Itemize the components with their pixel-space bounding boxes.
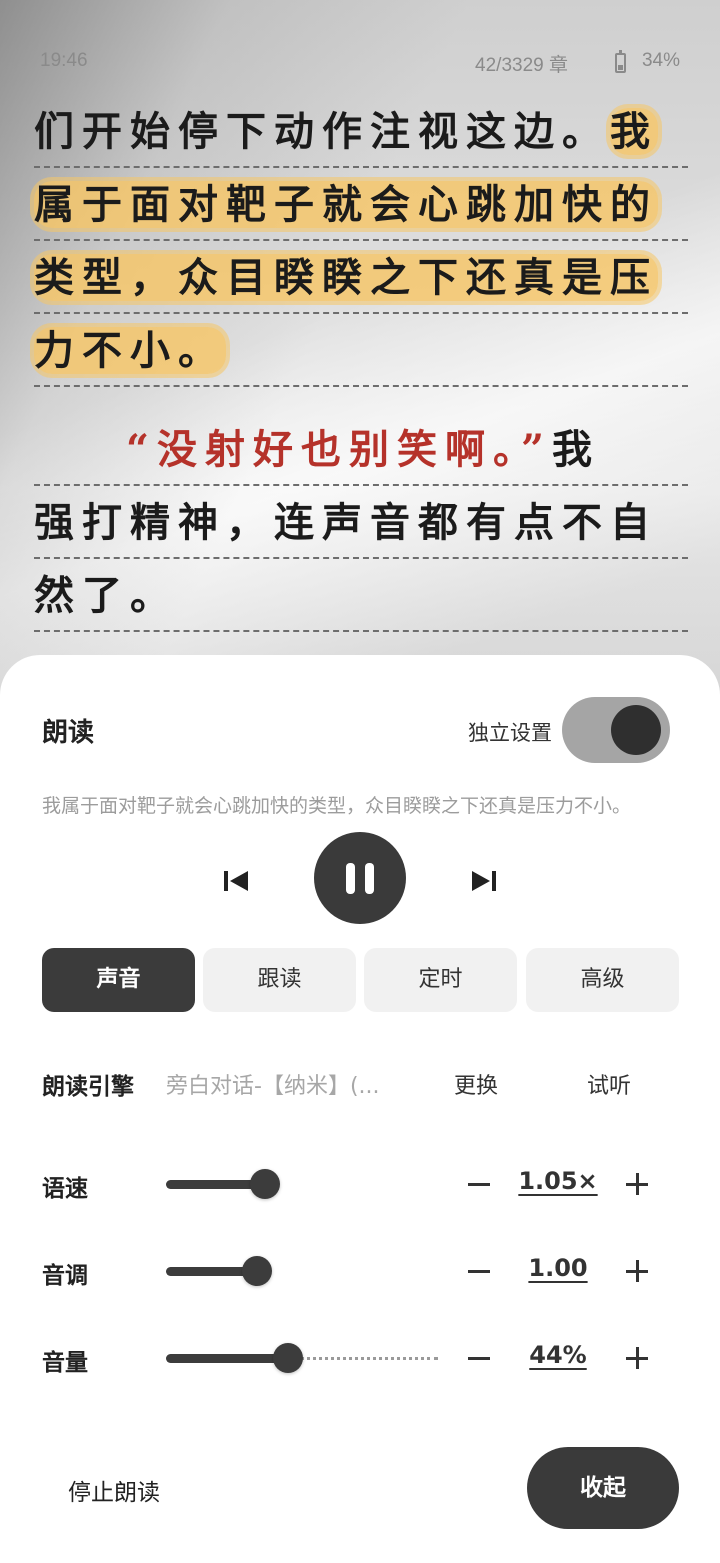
previous-chapter-button[interactable] <box>218 863 254 899</box>
speed-increase-button[interactable] <box>626 1173 648 1195</box>
pitch-label: 音调 <box>42 1263 88 1289</box>
volume-slider-remaining[interactable] <box>300 1357 438 1360</box>
pitch-increase-button[interactable] <box>626 1260 648 1282</box>
next-chapter-button[interactable] <box>466 863 502 899</box>
engine-label: 朗读引擎 <box>42 1074 134 1100</box>
reader-page[interactable]: 19:46 42/3329 章 34% 们开始停下动作注视这边。我 属于面对靶子… <box>0 0 720 700</box>
pause-icon <box>365 863 374 894</box>
volume-increase-button[interactable] <box>626 1347 648 1369</box>
engine-value: 旁白对话-【纳米】(... <box>166 1074 380 1099</box>
sheet-title: 朗读 <box>42 718 95 748</box>
volume-slider-handle[interactable] <box>273 1343 303 1373</box>
toggle-knob <box>611 705 661 755</box>
book-text: 然了。 <box>34 572 178 619</box>
book-text: 强打精神，连声音都有点不自 <box>34 499 658 546</box>
volume-value: 44% <box>529 1341 587 1369</box>
speed-slider-handle[interactable] <box>250 1169 280 1199</box>
highlighted-text: 我 <box>610 108 658 155</box>
volume-label: 音量 <box>42 1350 88 1376</box>
battery-level: 34% <box>641 50 680 71</box>
tab-advanced[interactable]: 高级 <box>526 948 679 1012</box>
pause-button[interactable] <box>314 832 406 924</box>
chapter-progress: 42/3329 章 <box>475 55 568 76</box>
book-line[interactable]: 们开始停下动作注视这边。我 <box>34 96 688 168</box>
pitch-slider-track[interactable] <box>166 1267 254 1276</box>
highlighted-text: 属于面对靶子就会心跳加快的 <box>34 181 658 228</box>
book-line[interactable]: 类型，众目睽睽之下还真是压 <box>34 242 688 314</box>
independent-setting-toggle[interactable] <box>562 697 670 763</box>
pitch-slider-handle[interactable] <box>242 1256 272 1286</box>
book-text: 们开始停下动作注视这边。 <box>34 108 610 155</box>
tab-follow-read[interactable]: 跟读 <box>203 948 356 1012</box>
volume-slider-track[interactable] <box>166 1354 286 1363</box>
preview-voice-button[interactable]: 试听 <box>587 1068 631 1100</box>
book-line[interactable]: 属于面对靶子就会心跳加快的 <box>34 169 688 241</box>
book-line[interactable]: 然了。 <box>34 560 688 632</box>
change-engine-button[interactable]: 更换 <box>454 1068 498 1100</box>
pitch-value: 1.00 <box>528 1254 588 1282</box>
status-time: 19:46 <box>40 50 88 71</box>
book-line[interactable]: 力不小。 <box>34 315 688 387</box>
dialogue-text: “没射好也别笑啊。” <box>126 426 553 473</box>
book-line[interactable]: “没射好也别笑啊。”我 <box>34 414 688 486</box>
status-bar: 19:46 42/3329 章 34% <box>40 50 680 76</box>
next-icon-bar <box>492 871 496 891</box>
tab-timer[interactable]: 定时 <box>364 948 517 1012</box>
speed-decrease-button[interactable] <box>468 1183 490 1186</box>
battery-icon <box>615 50 626 73</box>
volume-decrease-button[interactable] <box>468 1357 490 1360</box>
next-icon <box>472 871 490 891</box>
prev-icon-bar <box>224 871 228 891</box>
tab-voice[interactable]: 声音 <box>42 948 195 1012</box>
current-reading-text: 我属于面对靶子就会心跳加快的类型，众目睽睽之下还真是压力不小。 <box>42 795 632 817</box>
book-text: 我 <box>552 426 601 473</box>
pause-icon <box>346 863 355 894</box>
highlighted-text: 力不小。 <box>34 327 226 374</box>
pitch-decrease-button[interactable] <box>468 1270 490 1273</box>
prev-icon <box>230 871 248 891</box>
collapse-button[interactable]: 收起 <box>527 1447 679 1529</box>
highlighted-text: 类型，众目睽睽之下还真是压 <box>34 254 658 301</box>
speed-slider-track[interactable] <box>166 1180 262 1189</box>
speed-label: 语速 <box>42 1176 88 1202</box>
speed-value: 1.05× <box>518 1167 598 1195</box>
stop-reading-button[interactable]: 停止朗读 <box>68 1473 160 1507</box>
read-aloud-sheet: 朗读 独立设置 我属于面对靶子就会心跳加快的类型，众目睽睽之下还真是压力不小。 … <box>0 655 720 1563</box>
independent-setting-label: 独立设置 <box>468 721 552 745</box>
book-line[interactable]: 强打精神，连声音都有点不自 <box>34 487 688 559</box>
